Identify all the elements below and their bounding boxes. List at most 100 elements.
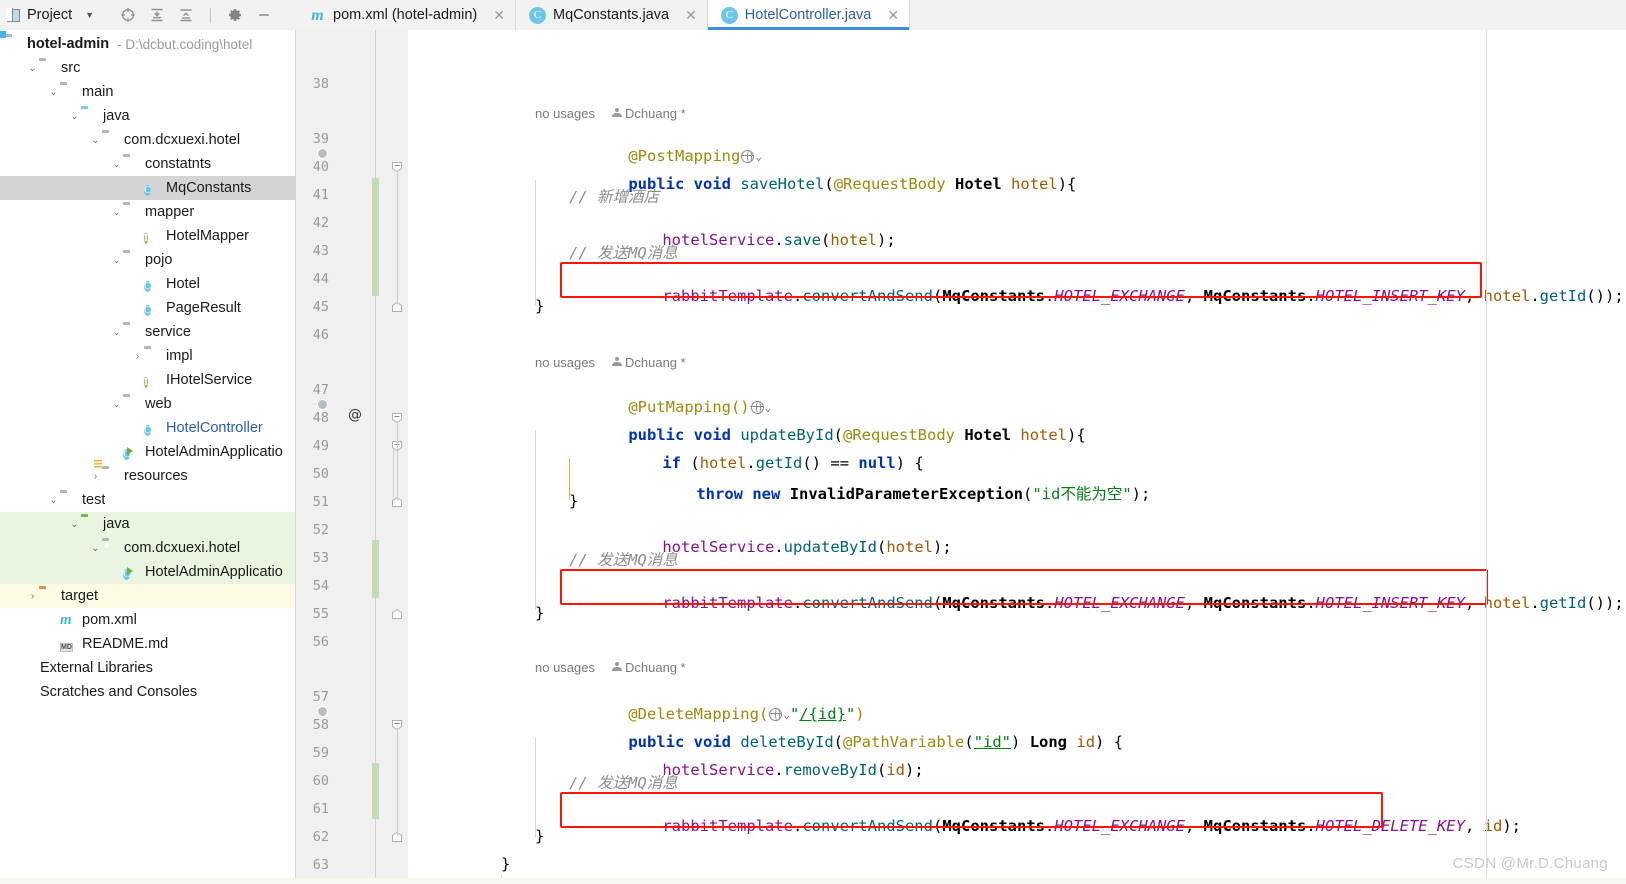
settings-icon[interactable] (227, 7, 243, 23)
close-icon[interactable]: ✕ (685, 7, 697, 24)
author-icon (612, 108, 622, 118)
tree-item-pom-xml[interactable]: ›mpom.xml (0, 608, 295, 632)
class-icon: C (144, 305, 152, 316)
tree-item-mapper[interactable]: ⌄ mapper (0, 200, 295, 224)
spring-bean-icon[interactable] (327, 716, 343, 732)
tree-item-readme-md[interactable]: ›MDREADME.md (0, 632, 295, 656)
project-panel-icon (6, 7, 20, 22)
tree-item-target[interactable]: › target (0, 584, 295, 608)
chevron-down-icon[interactable]: ⌄ (110, 159, 123, 170)
tree-item-main[interactable]: ⌄ main (0, 80, 295, 104)
tab-pom-xml[interactable]: m pom.xml (hotel-admin) ✕ (296, 0, 516, 30)
chevron-down-icon[interactable]: ⌄ (47, 87, 60, 98)
tree-item-pojo[interactable]: ⌄ pojo (0, 248, 295, 272)
tab-label: HotelController.java (744, 7, 872, 23)
tree-item-label: service (145, 324, 191, 340)
tree-item-web[interactable]: ⌄ web (0, 392, 295, 416)
tree-item-label: web (145, 396, 172, 412)
chevron-down-icon[interactable]: ⌄ (26, 63, 39, 74)
editor-gutter[interactable]: 38 39 40 41 42 43 44 45 46 47 48 49 50 5… (296, 30, 386, 884)
code-hint-usages[interactable]: no usages Dchuang * (535, 355, 686, 370)
tree-item-scratches-and-consoles[interactable]: ›Scratches and Consoles (0, 680, 295, 704)
close-icon[interactable]: ✕ (493, 7, 505, 24)
spring-bean-icon[interactable] (327, 158, 343, 174)
line-number: 42 (312, 215, 329, 231)
tree-item-ihotelservice[interactable]: ›IIHotelService (0, 368, 295, 392)
runnable-class-icon: C (123, 449, 131, 460)
minimize-icon[interactable] (256, 7, 272, 23)
expand-all-icon[interactable] (149, 7, 165, 23)
tree-item-mqconstants[interactable]: ›CMqConstants (0, 176, 295, 200)
tree-item-hoteladminapplicatio[interactable]: ›CHotelAdminApplicatio (0, 440, 295, 464)
chevron-down-icon[interactable]: ⌄ (110, 327, 123, 338)
chevron-down-icon[interactable]: ⌄ (47, 495, 60, 506)
code-line-62: } (535, 827, 545, 845)
code-hint-usages[interactable]: no usages Dchuang * (535, 660, 686, 675)
override-at-icon[interactable]: @ (348, 407, 362, 423)
tree-item-constatnts[interactable]: ⌄ constatnts (0, 152, 295, 176)
line-number: 41 (312, 187, 329, 203)
usages-label: no usages (535, 660, 595, 675)
locate-icon[interactable] (120, 7, 136, 23)
line-number: 63 (312, 857, 329, 873)
tree-item-external-libraries[interactable]: ›External Libraries (0, 656, 295, 680)
code-line-61: rabbitTemplate.convertAndSend(MqConstant… (662, 817, 1521, 835)
tree-item-hoteladminapplicatio[interactable]: ›CHotelAdminApplicatio (0, 560, 295, 584)
code-text-area[interactable]: no usages Dchuang * @PostMapping ⌄ public … (408, 30, 1626, 884)
code-editor[interactable]: 38 39 40 41 42 43 44 45 46 47 48 49 50 5… (296, 30, 1626, 884)
tree-item-com-dcxuexi-hotel[interactable]: ⌄ com.dcxuexi.hotel (0, 128, 295, 152)
tree-item-impl[interactable]: › impl (0, 344, 295, 368)
code-hint-usages[interactable]: no usages Dchuang * (535, 106, 686, 121)
fold-guide-line (393, 449, 394, 497)
tree-item-label: PageResult (166, 300, 241, 316)
spring-bean-icon[interactable] (327, 409, 343, 425)
tree-item-label: pom.xml (82, 612, 137, 628)
tree-item-label: constatnts (145, 156, 212, 172)
tab-mqconstants-java[interactable]: C MqConstants.java ✕ (515, 0, 708, 30)
chevron-down-icon[interactable]: ⌄ (68, 111, 81, 122)
line-number: 40 (312, 159, 329, 175)
tree-item-java[interactable]: ⌄ java (0, 104, 295, 128)
chevron-down-icon[interactable]: ▼ (85, 10, 94, 20)
tree-item-label: HotelAdminApplicatio (145, 444, 283, 460)
tree-item-label: src (61, 60, 81, 76)
tree-item-pageresult[interactable]: ›CPageResult (0, 296, 295, 320)
toolbar-divider (210, 7, 212, 23)
tree-item-test[interactable]: ⌄ test (0, 488, 295, 512)
chevron-down-icon[interactable]: ⌄ (110, 207, 123, 218)
chevron-down-icon[interactable]: ⌄ (110, 255, 123, 266)
line-number: 54 (312, 578, 329, 594)
tree-item-label: java (103, 516, 130, 532)
close-icon[interactable]: ✕ (887, 7, 899, 24)
line-number: 57 (312, 689, 329, 705)
tree-item-hotelcontroller[interactable]: ›CHotelController (0, 416, 295, 440)
tree-item-com-dcxuexi-hotel[interactable]: ⌄ com.dcxuexi.hotel (0, 536, 295, 560)
chevron-down-icon[interactable]: ⌄ (110, 399, 123, 410)
chevron-right-icon[interactable]: › (131, 351, 144, 362)
code-line-55: } (535, 604, 545, 622)
line-number: 51 (312, 494, 329, 510)
fold-guide-line (397, 421, 398, 501)
chevron-down-icon[interactable]: ⌄ (68, 519, 81, 530)
line-number: 43 (312, 243, 329, 259)
project-tree[interactable]: hotel-admin - D:\dcbut.coding\hotel ⌄ src… (0, 30, 296, 884)
tab-label: pom.xml (hotel-admin) (333, 7, 478, 23)
tree-item-label: target (61, 588, 99, 604)
tree-item-hotelmapper[interactable]: ›IHotelMapper (0, 224, 295, 248)
tree-item-service[interactable]: ⌄ service (0, 320, 295, 344)
tree-item-src[interactable]: ⌄ src (0, 56, 295, 80)
tree-item-java[interactable]: ⌄ java (0, 512, 295, 536)
tree-item-hotel[interactable]: ›CHotel (0, 272, 295, 296)
tab-hotelcontroller-java[interactable]: C HotelController.java ✕ (707, 0, 911, 30)
collapse-all-icon[interactable] (178, 7, 194, 23)
tree-item-label: pojo (145, 252, 173, 268)
tree-item-resources[interactable]: › resources (0, 460, 295, 488)
editor-fold-strip[interactable] (386, 30, 408, 884)
chevron-down-icon[interactable]: ⌄ (89, 135, 102, 146)
fold-end-icon[interactable] (391, 608, 402, 619)
chevron-right-icon[interactable]: › (26, 591, 39, 602)
code-line-43: // 发送MQ消息 (569, 244, 678, 262)
tree-root-hotel-admin[interactable]: hotel-admin - D:\dcbut.coding\hotel (0, 31, 295, 56)
chevron-right-icon[interactable]: › (89, 471, 102, 482)
chevron-down-icon[interactable]: ⌄ (89, 543, 102, 554)
